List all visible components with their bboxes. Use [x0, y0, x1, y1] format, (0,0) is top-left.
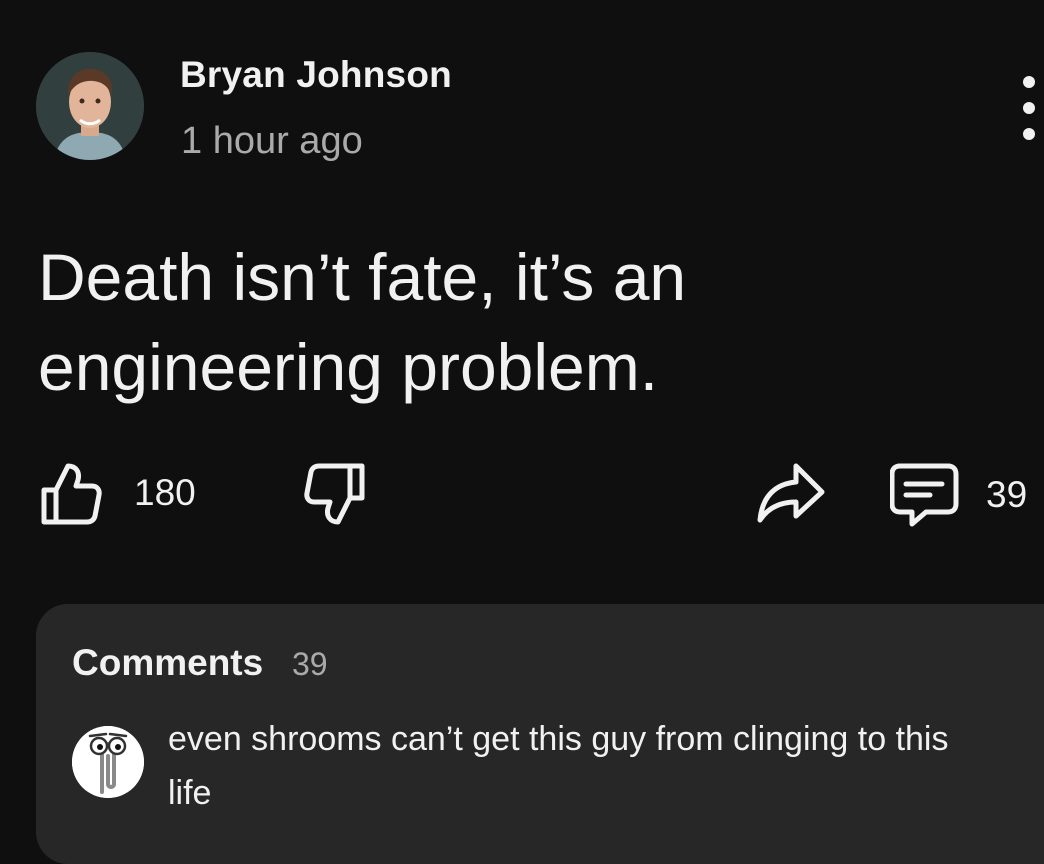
like-button[interactable]: 180: [40, 460, 196, 526]
comments-panel[interactable]: Comments 39 even shrooms can’t get this …: [36, 604, 1044, 864]
author-avatar[interactable]: [36, 52, 144, 160]
author-photo: [36, 52, 144, 160]
post-text: Death isn’t fate, it’s an engineering pr…: [38, 240, 687, 404]
thumb-up-icon: [41, 463, 102, 525]
comment-icon: [890, 463, 959, 527]
more-options-icon[interactable]: [1014, 76, 1044, 140]
share-button[interactable]: [756, 462, 826, 524]
dislike-button[interactable]: [304, 462, 366, 528]
comments-button[interactable]: 39: [890, 462, 1027, 528]
share-icon: [757, 463, 825, 523]
author-name[interactable]: Bryan Johnson: [180, 54, 452, 96]
comments-title: Comments: [72, 642, 264, 683]
top-comment-text: even shrooms can’t get this guy from cli…: [168, 720, 949, 812]
paperclip-avatar-icon: [72, 726, 144, 798]
comment-count: 39: [986, 474, 1028, 515]
commenter-avatar[interactable]: [72, 726, 144, 798]
comments-count: 39: [292, 646, 328, 682]
like-count: 180: [134, 472, 196, 513]
thumb-down-icon: [304, 463, 365, 525]
post-timestamp: 1 hour ago: [181, 120, 363, 162]
